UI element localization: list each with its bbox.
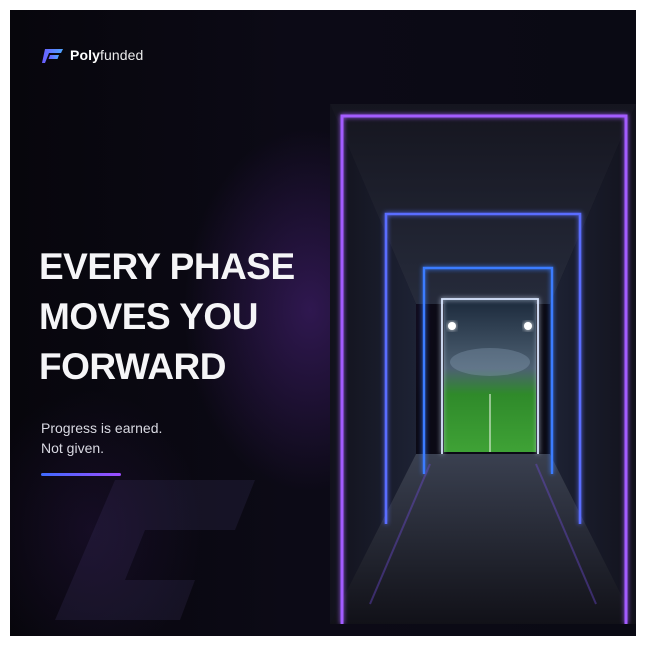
headline-line-1: EVERY PHASE (39, 246, 295, 287)
polyfunded-logo-icon (42, 49, 63, 63)
floodlight-right (524, 322, 532, 330)
accent-divider (41, 473, 121, 476)
brand-logo[interactable]: Polyfunded (42, 46, 143, 64)
brand-name: Polyfunded (70, 47, 143, 63)
brand-name-bold: Poly (70, 47, 100, 63)
headline-line-2: MOVES YOU (39, 296, 258, 337)
corridor-scene (330, 104, 636, 624)
headline-line-3: FORWARD (39, 346, 226, 387)
tagline: Progress is earned. Not given. (41, 418, 162, 458)
floodlight-left (448, 322, 456, 330)
tagline-line-2: Not given. (41, 440, 105, 456)
tagline-line-1: Progress is earned. (41, 420, 163, 436)
ghost-logo-watermark (55, 480, 255, 620)
stadium-stands-haze (450, 348, 530, 376)
neon-corridor-illustration (330, 104, 636, 624)
brand-name-light: funded (99, 47, 144, 63)
promo-poster: Polyfunded EVERY PHASE MOVES YOU FORWARD… (10, 10, 636, 636)
headline: EVERY PHASE MOVES YOU FORWARD (39, 242, 295, 392)
